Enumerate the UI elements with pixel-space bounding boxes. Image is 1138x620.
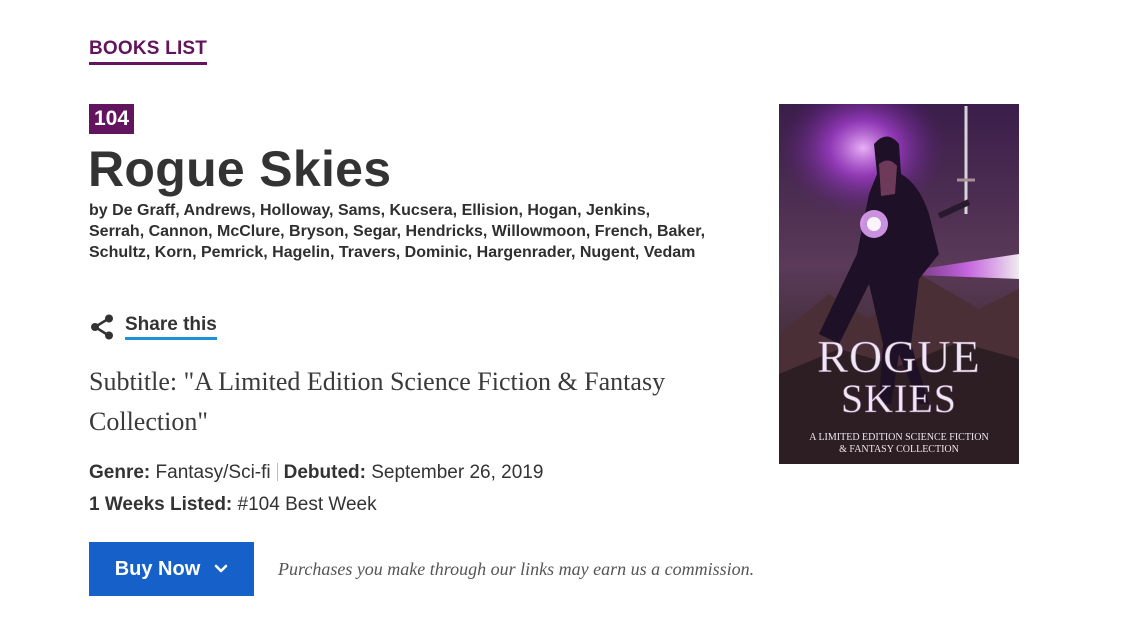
cover-title-line2: SKIES [841, 376, 957, 421]
chevron-down-icon [214, 564, 228, 573]
books-list-link[interactable]: BOOKS LIST [89, 38, 208, 65]
share-label[interactable]: Share this [125, 314, 217, 340]
share-icon [91, 314, 113, 340]
cover-title-line1: ROGUE [817, 331, 980, 382]
weeks-row: 1 Weeks Listed: #104 Best Week [89, 494, 377, 516]
cover-tagline-line1: A LIMITED EDITION SCIENCE FICTION [809, 432, 988, 443]
affiliate-disclaimer: Purchases you make through our links may… [278, 559, 755, 579]
book-subtitle: Subtitle: "A Limited Edition Science Fic… [89, 367, 666, 436]
cover-art: ROGUE SKIES A LIMITED EDITION SCIENCE FI… [779, 104, 1019, 464]
rank-badge: 104 [89, 104, 135, 134]
share-button[interactable]: Share this [89, 314, 217, 340]
genre-label: Genre: [89, 462, 151, 483]
debuted-label: Debuted: [283, 462, 366, 483]
buy-now-label: Buy Now [114, 557, 201, 580]
genre-value: Fantasy/Sci-fi [155, 462, 271, 483]
book-authors: by De Graff, Andrews, Holloway, Sams, Ku… [89, 202, 706, 261]
buy-now-button[interactable]: Buy Now [89, 542, 254, 596]
cover-tagline-line2: & FANTASY COLLECTION [839, 444, 959, 455]
genre-debut-row: Genre: Fantasy/Sci-fi Debuted: September … [89, 462, 543, 484]
best-week-value: #104 Best Week [237, 494, 377, 515]
book-title: Rogue Skies [88, 141, 392, 197]
divider [276, 463, 278, 481]
book-cover-image[interactable]: ROGUE SKIES A LIMITED EDITION SCIENCE FI… [779, 104, 1019, 464]
weeks-listed-label: 1 Weeks Listed: [89, 494, 233, 515]
debuted-value: September 26, 2019 [371, 462, 544, 483]
